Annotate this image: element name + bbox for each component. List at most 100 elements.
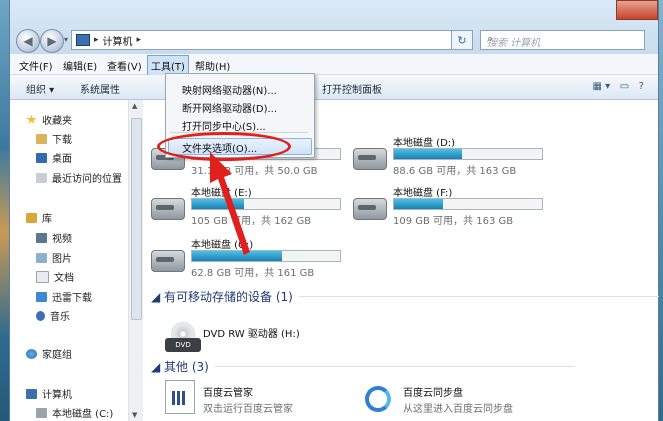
other-item-desc: 从这里进入百度云同步盘 <box>403 404 513 415</box>
sidebar-item-pictures[interactable]: 图片 <box>36 250 72 265</box>
homegroup-icon <box>26 348 37 359</box>
sidebar-item-downloads[interactable]: 下载 <box>36 131 72 146</box>
sidebar-item-label: 收藏夹 <box>42 116 72 127</box>
system-properties-button[interactable]: 系统属性 <box>80 81 120 96</box>
document-icon <box>36 270 49 283</box>
menu-edit[interactable]: 编辑(E) <box>60 57 100 74</box>
hard-drive-icon <box>36 407 47 418</box>
open-control-panel-button[interactable]: 打开控制面板 <box>322 81 382 96</box>
section-title: 其他 (3) <box>164 360 209 374</box>
sidebar-item-label: 下载 <box>52 135 72 146</box>
drive-usage-fill <box>394 199 443 209</box>
computer-icon <box>76 34 90 46</box>
drive-size-text: 109 GB 可用，共 163 GB <box>393 216 514 227</box>
dvd-logo-icon: DVD <box>165 338 201 352</box>
search-input[interactable]: 搜索 计算机 ⌕ <box>480 30 645 50</box>
recent-pages-dropdown-icon[interactable]: ▾ <box>64 35 68 44</box>
command-bar: 组织 ▾ 系统属性 打开控制面板 ▦ ▾ ▭ ? <box>10 75 658 100</box>
drive-usage-fill <box>394 149 463 159</box>
computer-icon <box>26 388 37 399</box>
sidebar-item-label: 库 <box>42 214 52 225</box>
star-icon <box>26 114 37 124</box>
sidebar-item-label: 文档 <box>54 273 74 284</box>
collapse-arrow-icon[interactable]: ◢ <box>151 360 164 374</box>
xunlei-download-icon <box>36 291 47 302</box>
scroll-down-icon[interactable]: ▼ <box>132 411 137 419</box>
sidebar-item-libraries[interactable]: 库 <box>26 210 52 225</box>
title-bar: ◀ ▶ ▾ ▸ 计算机 ▸ ▾ ↻ 搜索 计算机 ⌕ <box>10 0 658 54</box>
refresh-icon[interactable]: ↻ <box>451 30 473 50</box>
navigation-pane: 收藏夹 下载 桌面 最近访问的位置 库 视频 图片 文档 迅雷下载 音乐 家庭组… <box>10 100 128 421</box>
close-window-button[interactable] <box>616 0 658 20</box>
collapse-arrow-icon[interactable]: ◢ <box>151 290 164 304</box>
sidebar-item-favorites[interactable]: 收藏夹 <box>26 112 72 127</box>
folder-download-icon <box>36 133 47 144</box>
sidebar-item-computer[interactable]: 计算机 <box>26 386 72 401</box>
sidebar-item-label: 音乐 <box>50 312 70 323</box>
sidebar-item-videos[interactable]: 视频 <box>36 230 72 245</box>
dvd-drive-icon[interactable]: DVD <box>165 318 205 358</box>
forward-arrow-icon[interactable]: ▶ <box>40 29 64 53</box>
baidu-cloud-manager-icon[interactable] <box>165 380 195 414</box>
hard-drive-icon <box>353 148 387 170</box>
menu-file[interactable]: 文件(F) <box>16 57 56 74</box>
sidebar-scrollbar[interactable]: ▲ ▼ <box>128 100 143 421</box>
back-arrow-icon[interactable]: ◀ <box>16 29 40 53</box>
drive-name: 本地磁盘 (F:) <box>393 188 453 199</box>
organize-button[interactable]: 组织 ▾ <box>26 81 54 96</box>
address-bar[interactable]: ▸ 计算机 ▸ ▾ <box>71 30 473 50</box>
baidu-sync-icon[interactable] <box>365 382 393 414</box>
video-icon <box>36 232 47 243</box>
sidebar-item-label: 迅雷下载 <box>52 293 92 304</box>
view-options-icon[interactable]: ▦ ▾ ▭ ? <box>593 81 644 92</box>
menu-bar: 文件(F) 编辑(E) 查看(V) 工具(T) 帮助(H) <box>10 54 658 76</box>
explorer-window: ◀ ▶ ▾ ▸ 计算机 ▸ ▾ ↻ 搜索 计算机 ⌕ 文件(F) 编辑(E) 查… <box>9 0 659 421</box>
sidebar-item-label: 计算机 <box>42 390 72 401</box>
library-icon <box>26 212 37 223</box>
other-item-name[interactable]: 百度云同步盘 <box>403 384 463 399</box>
drive-name: 本地磁盘 (D:) <box>393 138 456 149</box>
scrollbar-thumb[interactable] <box>131 118 142 320</box>
sidebar-item-recent[interactable]: 最近访问的位置 <box>36 170 122 185</box>
other-section-header[interactable]: ◢ 其他 (3) <box>151 358 574 375</box>
sidebar-item-desktop[interactable]: 桌面 <box>36 150 72 165</box>
hard-drive-icon <box>151 198 185 220</box>
dvd-drive-label[interactable]: DVD RW 驱动器 (H:) <box>203 325 300 340</box>
drive-usage-bar <box>393 198 543 210</box>
section-title: 有可移动存储的设备 (1) <box>164 290 293 304</box>
drive-size-text: 62.8 GB 可用，共 161 GB <box>191 268 315 279</box>
drive-d[interactable]: 本地磁盘 (D:) 88.6 GB 可用，共 163 GB <box>353 134 563 180</box>
menu-item-disconnect-network-drive[interactable]: 断开网络驱动器(D)... <box>182 100 277 115</box>
sidebar-item-xunlei[interactable]: 迅雷下载 <box>36 289 92 304</box>
sidebar-item-music[interactable]: 音乐 <box>36 308 70 323</box>
grid-logo-icon <box>172 391 186 405</box>
sidebar-item-documents[interactable]: 文档 <box>36 269 74 284</box>
cloud-sync-icon <box>365 386 391 412</box>
menu-help[interactable]: 帮助(H) <box>192 57 233 74</box>
menu-item-open-sync-center[interactable]: 打开同步中心(S)... <box>182 118 266 133</box>
breadcrumb-computer[interactable]: 计算机 <box>103 33 133 48</box>
drive-f[interactable]: 本地磁盘 (F:) 109 GB 可用，共 163 GB <box>353 184 563 230</box>
scroll-up-icon[interactable]: ▲ <box>132 102 137 110</box>
picture-icon <box>36 252 47 263</box>
search-icon[interactable]: ⌕ <box>487 32 640 46</box>
sidebar-item-label: 家庭组 <box>42 350 72 361</box>
drive-size-text: 88.6 GB 可用，共 163 GB <box>393 166 517 177</box>
breadcrumb-chevron-icon[interactable]: ▸ <box>137 35 142 45</box>
sidebar-item-local-c[interactable]: 本地磁盘 (C:) <box>36 405 113 420</box>
hard-drive-icon <box>353 198 387 220</box>
sidebar-item-label: 图片 <box>52 254 72 265</box>
drive-usage-bar <box>393 148 543 160</box>
sidebar-item-label: 最近访问的位置 <box>52 174 122 185</box>
removable-devices-header[interactable]: ◢ 有可移动存储的设备 (1) <box>151 288 659 305</box>
menu-item-map-network-drive[interactable]: 映射网络驱动器(N)... <box>182 82 277 97</box>
sidebar-item-label: 本地磁盘 (C:) <box>52 409 114 420</box>
menu-view[interactable]: 查看(V) <box>104 57 145 74</box>
breadcrumb-separator-icon: ▸ <box>94 35 99 45</box>
annotation-arrow-icon <box>210 152 250 255</box>
other-item-name[interactable]: 百度云管家 <box>203 384 253 399</box>
sidebar-item-label: 视频 <box>52 234 72 245</box>
sidebar-item-homegroup[interactable]: 家庭组 <box>26 346 72 361</box>
other-item-desc: 双击运行百度云管家 <box>203 404 293 415</box>
hard-drive-icon <box>151 250 185 272</box>
